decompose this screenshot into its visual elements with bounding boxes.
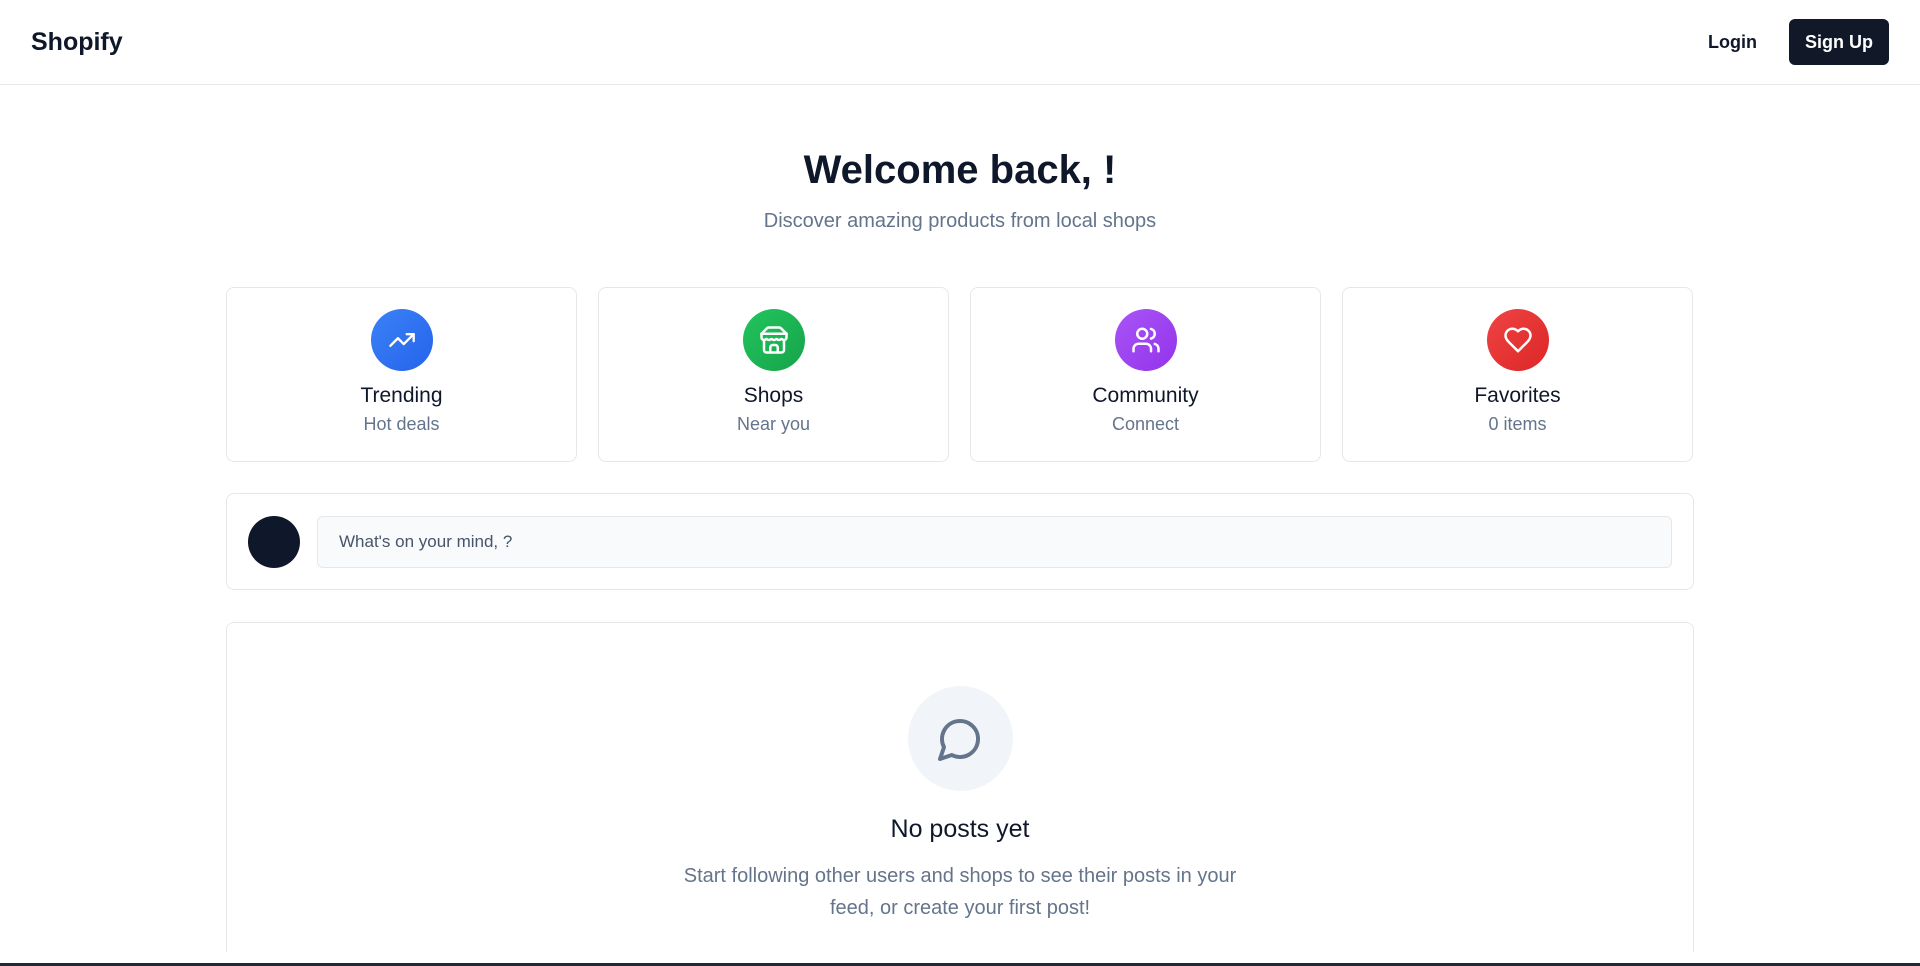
- main-content: Welcome back, ! Discover amazing product…: [226, 85, 1694, 952]
- card-favorites[interactable]: Favorites 0 items: [1342, 287, 1693, 462]
- post-composer: [226, 493, 1694, 590]
- card-title: Trending: [360, 384, 443, 407]
- avatar[interactable]: [248, 515, 300, 568]
- navbar: Shopify Login Sign Up: [0, 0, 1920, 85]
- empty-description: Start following other users and shops to…: [683, 865, 1237, 919]
- empty-title: No posts yet: [890, 815, 1030, 843]
- page-title: Welcome back, !: [803, 148, 1117, 192]
- card-trending[interactable]: Trending Hot deals: [226, 287, 577, 462]
- card-title: Community: [1092, 384, 1199, 407]
- feed-empty-state: No posts yet Start following other users…: [226, 622, 1694, 952]
- nav-actions: Login Sign Up: [1708, 19, 1889, 65]
- card-title: Shops: [743, 384, 804, 407]
- quick-links: Trending Hot deals Shops Near you Commun…: [226, 287, 1694, 462]
- card-title: Favorites: [1474, 384, 1561, 407]
- trending-up-icon: [370, 309, 433, 371]
- login-button[interactable]: Login: [1708, 32, 1757, 53]
- card-shops[interactable]: Shops Near you: [598, 287, 949, 462]
- card-subtitle: Connect: [1111, 414, 1180, 434]
- hero: Welcome back, ! Discover amazing product…: [226, 85, 1694, 233]
- signup-button[interactable]: Sign Up: [1789, 19, 1889, 65]
- card-subtitle: Near you: [736, 414, 811, 434]
- store-icon: [742, 309, 805, 371]
- card-community[interactable]: Community Connect: [970, 287, 1321, 462]
- brand-logo[interactable]: Shopify: [31, 28, 123, 57]
- users-icon: [1114, 309, 1177, 371]
- message-circle-icon: [907, 686, 1013, 791]
- card-subtitle: Hot deals: [363, 414, 440, 434]
- post-input[interactable]: [317, 515, 1672, 568]
- card-subtitle: 0 items: [1488, 414, 1547, 434]
- heart-icon: [1486, 309, 1549, 371]
- page-subtitle: Discover amazing products from local sho…: [763, 210, 1157, 232]
